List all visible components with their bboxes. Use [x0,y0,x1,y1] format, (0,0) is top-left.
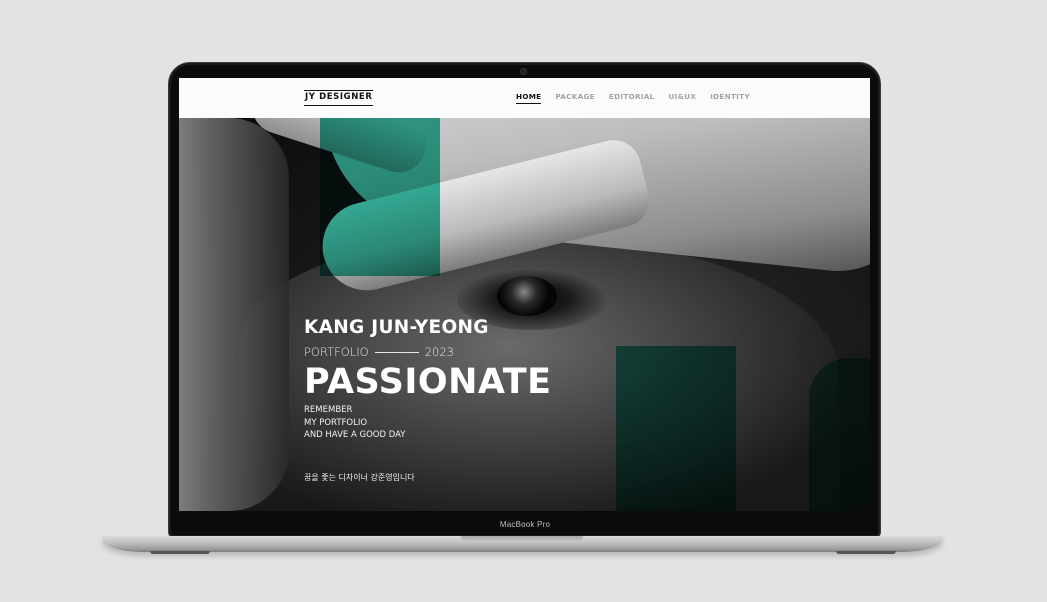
tagline-line-1: REMEMBER [304,405,353,415]
year-label: 2023 [424,345,454,359]
laptop-foot-left [150,551,210,554]
laptop-foot-right [836,551,896,554]
nav-item-editorial[interactable]: EDITORIAL [609,91,655,104]
site-header: JY DESIGNER HOME PACKAGE EDITORIAL UI&UX… [179,78,870,118]
korean-intro: 꿈을 좇는 디자이너 강준영입니다 [304,473,415,482]
nav-item-uiux[interactable]: UI&UX [669,91,697,104]
camera-icon [521,69,526,74]
designer-name: KANG JUN-YEONG [304,317,489,338]
portfolio-year-row: PORTFOLIO 2023 [304,346,552,359]
hero-photo-iris [497,276,557,316]
accent-block-right [809,358,870,511]
laptop-model-label: MacBook Pro [499,520,551,529]
hero-photo-ear [179,118,289,511]
hero-text-block: KANG JUN-YEONG PORTFOLIO 2023 PASSIONATE… [304,318,552,442]
portfolio-label: PORTFOLIO [304,345,369,359]
nav-item-identity[interactable]: IDENTITY [710,91,750,104]
accent-block-top [320,118,440,276]
tagline-line-3: AND HAVE A GOOD DAY [304,430,406,440]
divider-line [374,352,419,353]
nav-item-package[interactable]: PACKAGE [555,91,595,104]
hero-headline: PASSIONATE [304,362,552,402]
laptop-screen: JY DESIGNER HOME PACKAGE EDITORIAL UI&UX… [179,78,870,511]
laptop-opening-notch [461,536,583,542]
tagline-line-2: MY PORTFOLIO [304,417,368,428]
accent-block-bottom [616,346,736,511]
site-logo[interactable]: JY DESIGNER [304,90,374,106]
hero-section: KANG JUN-YEONG PORTFOLIO 2023 PASSIONATE… [179,118,870,511]
nav-item-home[interactable]: HOME [516,91,542,104]
main-menu: HOME PACKAGE EDITORIAL UI&UX IDENTITY [516,91,764,104]
